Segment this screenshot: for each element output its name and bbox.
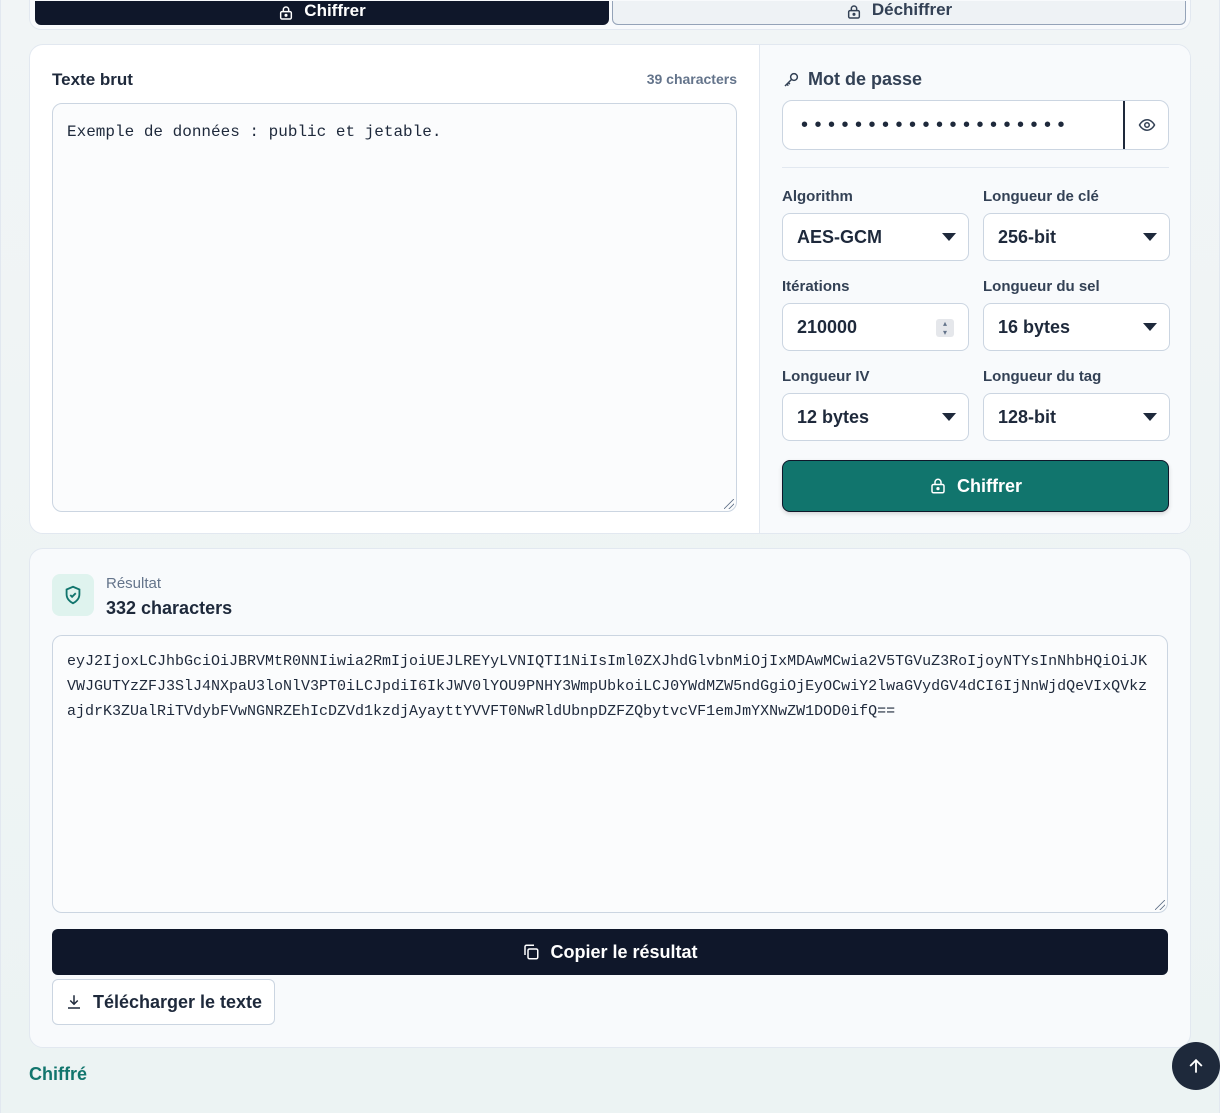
input-title: Texte brut	[52, 70, 133, 89]
settings-pane: Mot de passe •••••••••••••••••••• Algori…	[759, 45, 1190, 533]
iterations-value: 210000	[797, 316, 858, 337]
encrypt-button-label: Chiffrer	[956, 475, 1022, 496]
iv-length-label: Longueur IV	[782, 368, 870, 385]
tab-encrypt[interactable]: Chiffrer	[35, 1, 609, 25]
download-text-label: Télécharger le texte	[92, 991, 263, 1012]
chevron-down-icon	[1143, 233, 1157, 241]
chevron-down-icon	[1143, 323, 1157, 331]
password-mask: ••••••••••••••••••••	[801, 114, 1072, 136]
iterations-stepper[interactable]: 210000 ▴ ▾	[782, 303, 969, 351]
tag-length-label: Longueur du tag	[983, 368, 1102, 385]
result-value: eyJ2IjoxLCJhbGciOiJBRVMtR0NNIiwia2RmIjoi…	[67, 653, 1148, 720]
eye-icon	[1138, 116, 1156, 134]
iv-length-value: 12 bytes	[797, 406, 870, 427]
tag-length-value: 128-bit	[998, 406, 1057, 427]
input-pane: Texte brut 39 characters Exemple de donn…	[30, 45, 759, 533]
password-label-text: Mot de passe	[808, 69, 923, 89]
encrypt-card: Texte brut 39 characters Exemple de donn…	[29, 44, 1191, 534]
password-input[interactable]: ••••••••••••••••••••	[782, 100, 1169, 150]
arrow-up-icon	[1186, 1056, 1206, 1076]
result-output[interactable]: eyJ2IjoxLCJhbGciOiJBRVMtR0NNIiwia2RmIjoi…	[52, 635, 1168, 913]
copy-result-label: Copier le résultat	[550, 941, 698, 962]
tab-encrypt-label: Chiffrer	[304, 1, 366, 20]
status-text: Chiffré	[29, 1064, 87, 1084]
chevron-down-icon	[942, 413, 956, 421]
salt-length-label: Longueur du sel	[983, 278, 1100, 295]
result-char-count: 332 characters	[106, 598, 233, 618]
iterations-label: Itérations	[782, 278, 850, 295]
shield-check-icon	[52, 574, 94, 616]
password-label: Mot de passe	[782, 69, 922, 90]
key-icon	[782, 71, 800, 89]
copy-icon	[522, 943, 540, 961]
chevron-down-icon	[942, 233, 956, 241]
unlock-icon	[846, 4, 862, 20]
download-icon	[65, 993, 83, 1011]
chevron-down-icon	[1143, 413, 1157, 421]
copy-result-button[interactable]: Copier le résultat	[52, 929, 1168, 975]
salt-length-select[interactable]: 16 bytes	[983, 303, 1170, 351]
scroll-to-top-button[interactable]	[1172, 1042, 1220, 1090]
lock-icon	[278, 5, 294, 21]
result-label: Résultat	[106, 575, 162, 592]
plaintext-input[interactable]: Exemple de données : public et jetable.	[52, 103, 737, 512]
download-text-button[interactable]: Télécharger le texte	[52, 979, 275, 1025]
encrypt-button[interactable]: Chiffrer	[782, 460, 1169, 512]
tab-decrypt-label: Déchiffrer	[871, 0, 953, 19]
key-length-value: 256-bit	[998, 226, 1057, 247]
iv-length-select[interactable]: 12 bytes	[782, 393, 969, 441]
plaintext-value: Exemple de données : public et jetable.	[67, 123, 442, 141]
resize-grip[interactable]	[724, 499, 734, 509]
algorithm-label: Algorithm	[782, 188, 853, 205]
stepper-arrows-icon[interactable]: ▴ ▾	[936, 319, 954, 337]
result-card: Résultat 332 characters eyJ2IjoxLCJhbGci…	[29, 548, 1191, 1048]
algorithm-select[interactable]: AES-GCM	[782, 213, 969, 261]
tag-length-select[interactable]: 128-bit	[983, 393, 1170, 441]
lock-icon	[929, 477, 947, 495]
toggle-password-button[interactable]	[1123, 101, 1168, 149]
key-length-select[interactable]: 256-bit	[983, 213, 1170, 261]
key-length-label: Longueur de clé	[983, 188, 1099, 205]
divider	[782, 167, 1169, 168]
algorithm-value: AES-GCM	[797, 226, 882, 247]
resize-grip[interactable]	[1155, 900, 1165, 910]
mode-tabs: Chiffrer Déchiffrer	[29, 0, 1191, 30]
salt-length-value: 16 bytes	[998, 316, 1071, 337]
tab-decrypt[interactable]: Déchiffrer	[612, 0, 1186, 25]
input-char-count: 39 characters	[646, 71, 737, 87]
